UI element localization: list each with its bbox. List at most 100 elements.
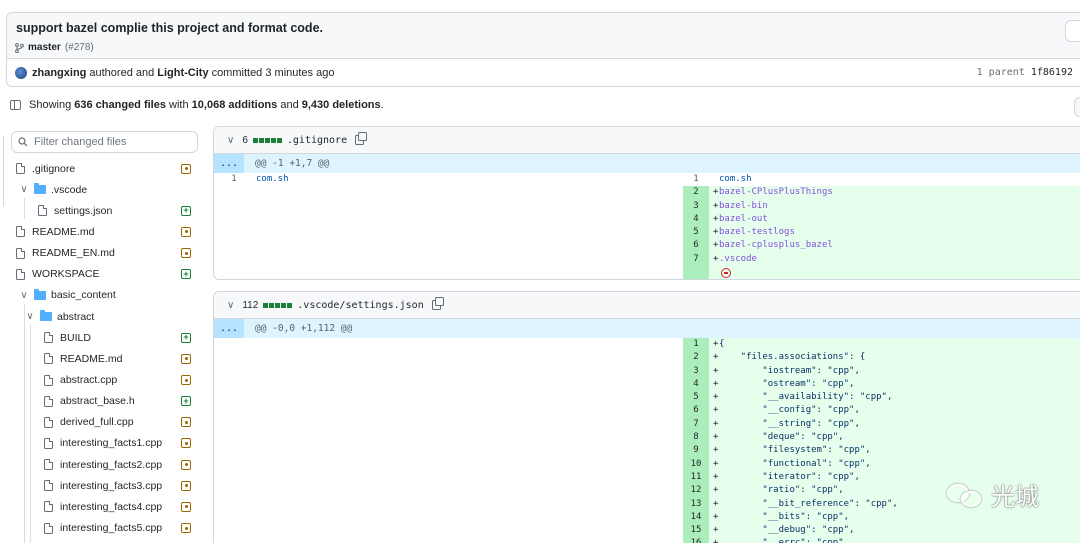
expand-button[interactable]: ...	[214, 154, 244, 173]
summary-end: .	[380, 99, 384, 111]
tree-folder[interactable]: ∨ .vscode	[18, 179, 87, 200]
file-added-icon: +	[181, 205, 191, 216]
right-line-number[interactable]: 7	[683, 252, 709, 267]
diff-line: 2 + "files.associations": {	[214, 351, 1080, 365]
right-code: bazel-bin	[719, 200, 768, 211]
pr-link[interactable]: (#278)	[65, 42, 94, 53]
parent-info: 1 parent 1f86192	[977, 67, 1073, 78]
right-line-number[interactable]: 10	[683, 457, 709, 471]
file-icon	[44, 522, 53, 534]
right-line-number[interactable]: 1	[683, 338, 709, 352]
right-line-number[interactable]: 12	[683, 484, 709, 498]
file-modified-icon	[181, 226, 191, 237]
diff-sign: +	[713, 405, 719, 416]
tree-file[interactable]: interesting_facts5.cpp	[44, 518, 162, 539]
chevron-down-icon[interactable]: ∨	[18, 290, 30, 301]
diff-sign: +	[713, 418, 719, 429]
right-line-number[interactable]: 15	[683, 524, 709, 538]
left-line-number[interactable]: 1	[214, 173, 254, 186]
diff-sign: +	[713, 445, 719, 456]
chevron-down-icon[interactable]: ∨	[227, 135, 234, 146]
parent-sha-link[interactable]: 1f86192	[1031, 67, 1073, 78]
chevron-down-icon[interactable]: ∨	[24, 311, 36, 322]
summary-prefix: Showing	[29, 99, 72, 111]
avatar[interactable]	[15, 67, 27, 79]
file-modified-icon	[181, 163, 191, 174]
author-link[interactable]: zhangxing	[32, 67, 86, 79]
chevron-down-icon[interactable]: ∨	[18, 184, 30, 195]
browse-files-button[interactable]	[1065, 20, 1080, 42]
filter-input[interactable]	[34, 136, 184, 148]
chevron-down-icon[interactable]: ∨	[227, 300, 234, 311]
tree-file[interactable]: settings.json	[38, 200, 112, 221]
summary-deletions: 9,430 deletions	[301, 99, 381, 111]
diff-sign: +	[713, 187, 719, 198]
right-line-number[interactable]: 2	[683, 186, 709, 200]
right-line-number[interactable]: 5	[683, 226, 709, 240]
diff-sign: +	[713, 352, 719, 363]
tree-file[interactable]: BUILD	[44, 327, 91, 348]
folder-icon	[34, 183, 46, 195]
copy-icon[interactable]	[431, 297, 444, 310]
tree-item-label: settings.json	[54, 204, 113, 217]
diff-count: 112	[242, 299, 259, 311]
right-line-number[interactable]: 8	[683, 431, 709, 445]
tree-file[interactable]: abstract.cpp	[44, 370, 117, 391]
right-line-number[interactable]: 11	[683, 470, 709, 485]
diff-sign: +	[713, 240, 719, 251]
right-line-number[interactable]: 5	[683, 391, 709, 405]
diff-line	[214, 266, 1080, 279]
file-modified-icon	[181, 438, 191, 449]
tree-file[interactable]: README_EN.md	[16, 243, 115, 264]
diff-filename[interactable]: .gitignore	[287, 135, 347, 146]
tree-file[interactable]: abstract_base.h	[44, 391, 135, 412]
diff-sign: +	[713, 458, 719, 469]
file-filter[interactable]	[11, 131, 198, 153]
tree-file[interactable]: .gitignore	[16, 158, 75, 179]
tree-folder[interactable]: ∨ basic_content	[18, 285, 116, 306]
folder-icon	[40, 310, 52, 322]
tree-file[interactable]: README.md	[16, 221, 94, 242]
authored-text: authored and	[89, 67, 155, 79]
tree-file[interactable]: interesting_facts3.cpp	[44, 475, 162, 496]
copy-icon[interactable]	[355, 132, 368, 145]
right-line-number[interactable]: 6	[683, 239, 709, 253]
tree-file[interactable]: interesting_facts2.cpp	[44, 454, 162, 475]
right-line-number[interactable]: 9	[683, 444, 709, 458]
branch-name[interactable]: master	[28, 42, 61, 53]
tree-file[interactable]: interesting_facts4.cpp	[44, 496, 162, 517]
tree-file[interactable]: WORKSPACE	[16, 264, 99, 285]
tree-file[interactable]: derived_full.cpp	[44, 412, 134, 433]
tree-guide	[24, 304, 25, 543]
diff-sign: +	[713, 253, 719, 264]
right-line-number[interactable]: 4	[683, 212, 709, 227]
sidebar-toggle-icon[interactable]	[10, 100, 21, 110]
file-added-icon: +	[181, 269, 191, 280]
diff-settings-button[interactable]	[1074, 97, 1080, 117]
right-line-number[interactable]: 13	[683, 497, 709, 511]
right-line-number[interactable]: 4	[683, 377, 709, 392]
diff-gitignore: ∨ 6 .gitignore ... @@ -1 +1,7 @@ 1 com.sh…	[213, 126, 1080, 280]
tree-guide	[24, 198, 25, 219]
right-line-number[interactable]: 3	[683, 199, 709, 213]
right-line-number[interactable]: 14	[683, 510, 709, 525]
right-line-number[interactable]: 7	[683, 417, 709, 432]
tree-item-label: derived_full.cpp	[60, 416, 134, 429]
diff-sign: +	[713, 498, 719, 509]
right-line-number[interactable]: 1	[683, 173, 709, 187]
tree-item-label: README_EN.md	[32, 247, 115, 260]
right-line-number[interactable]: 6	[683, 404, 709, 418]
right-code: "iostream": "cpp",	[719, 365, 860, 376]
file-icon	[44, 437, 53, 449]
tree-folder[interactable]: ∨ abstract	[24, 306, 94, 327]
tree-resize-edge[interactable]	[0, 136, 4, 206]
diff-filename[interactable]: .vscode/settings.json	[297, 300, 423, 311]
expand-button[interactable]: ...	[214, 319, 244, 338]
commit-header: support bazel complie this project and f…	[6, 12, 1080, 87]
right-line-number[interactable]: 2	[683, 351, 709, 365]
tree-file[interactable]: README.md	[44, 348, 122, 369]
committer-link[interactable]: Light-City	[157, 67, 208, 79]
tree-file[interactable]: interesting_facts1.cpp	[44, 433, 162, 454]
right-line-number[interactable]: 16	[683, 537, 709, 543]
right-line-number[interactable]: 3	[683, 364, 709, 378]
